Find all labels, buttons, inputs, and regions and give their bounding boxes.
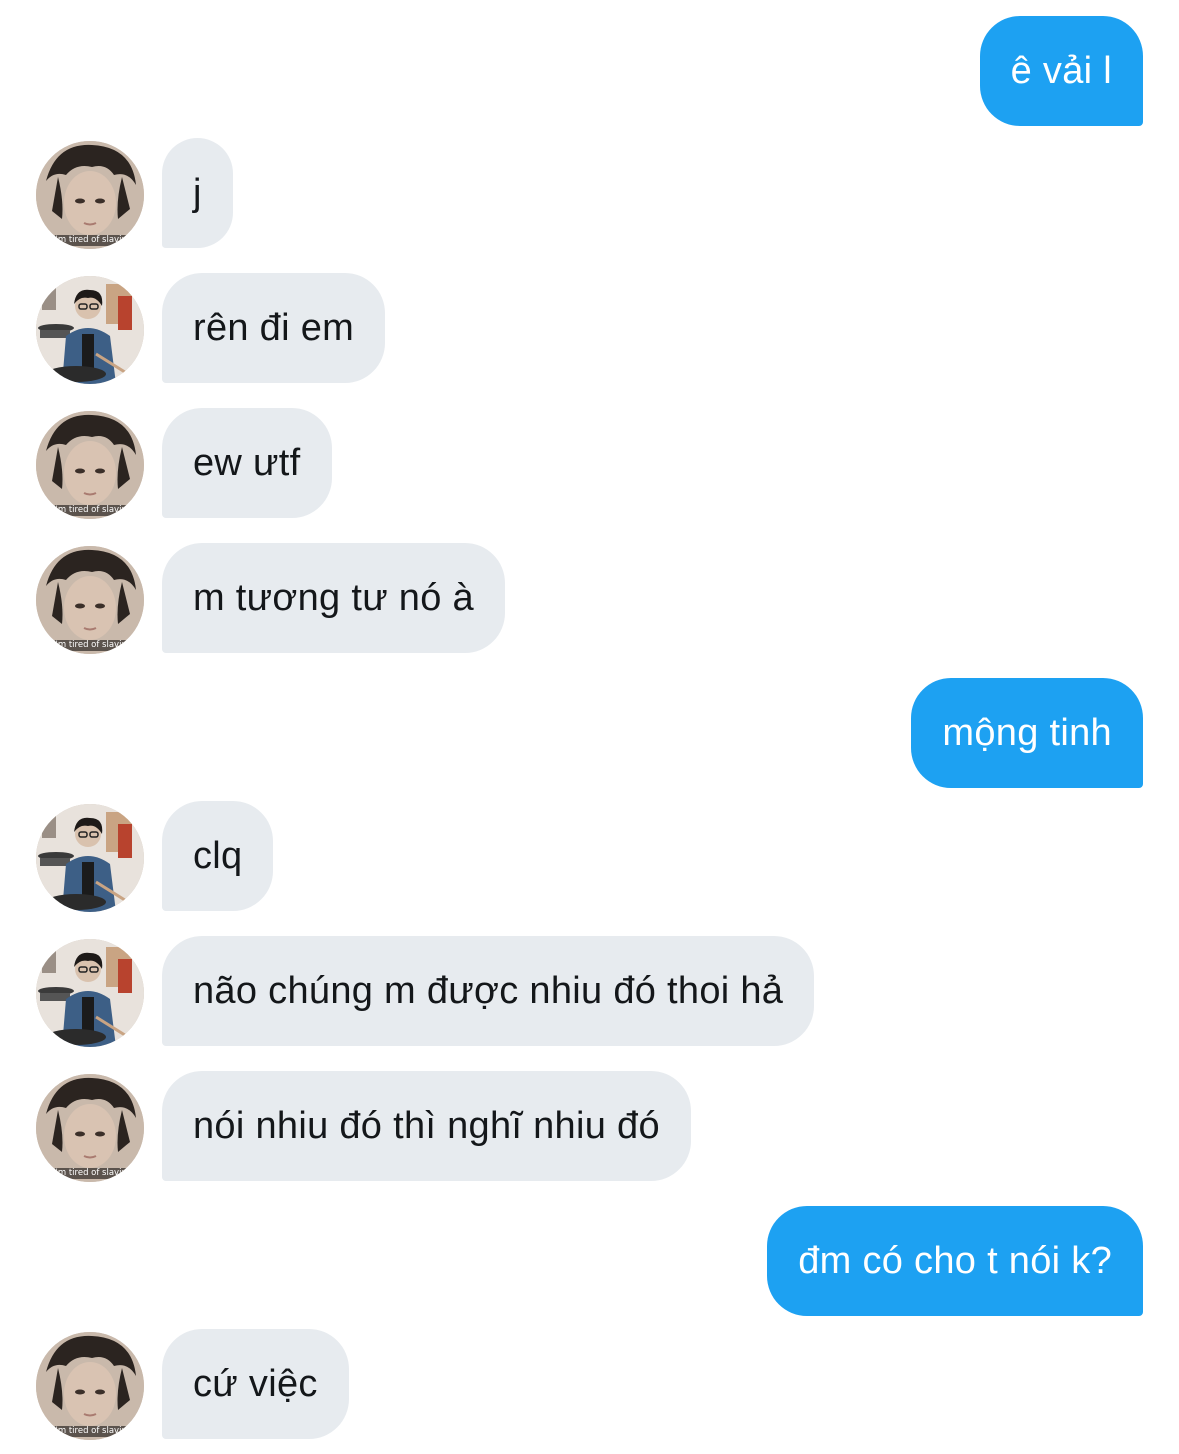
portrait-photo-closeup-icon [36,546,144,654]
message-incoming: rên đi em [0,273,1179,384]
portrait-photo-closeup-icon [36,141,144,249]
avatar-caption: i'm tired of slavin [36,235,144,246]
sender-avatar[interactable] [36,804,144,912]
avatar-caption: i'm tired of slavin [36,1168,144,1179]
avatar-caption: i'm tired of slavin [36,1426,144,1437]
sender-avatar[interactable] [36,276,144,384]
message-incoming: não chúng m được nhiu đó thoi hả [0,936,1179,1047]
message-bubble-incoming[interactable]: ew ưtf [162,408,332,518]
message-incoming: i'm tired of slavin ew ưtf [0,408,1179,519]
message-incoming: i'm tired of slavin nói nhiu đó thì nghĩ… [0,1071,1179,1182]
message-bubble-incoming[interactable]: cứ việc [162,1329,349,1439]
message-bubble-incoming[interactable]: nói nhiu đó thì nghĩ nhiu đó [162,1071,691,1181]
sender-avatar[interactable] [36,939,144,1047]
message-bubble-incoming[interactable]: m tương tư nó à [162,543,505,653]
message-bubble-incoming[interactable]: não chúng m được nhiu đó thoi hả [162,936,815,1046]
portrait-photo-closeup-icon [36,1332,144,1440]
message-incoming: clq [0,801,1179,912]
sender-avatar[interactable]: i'm tired of slavin [36,411,144,519]
message-bubble-incoming[interactable]: clq [162,801,274,911]
message-incoming: i'm tired of slavin cứ việc [0,1329,1179,1440]
message-bubble-outgoing[interactable]: ê vải l [979,16,1143,126]
portrait-photo-drummer-icon [36,804,144,912]
message-bubble-incoming[interactable]: rên đi em [162,273,386,383]
conversation-thread: ê vải l i'm tired of slavin j rên đi em … [0,0,1179,1454]
sender-avatar[interactable]: i'm tired of slavin [36,141,144,249]
message-incoming: i'm tired of slavin j [0,138,1179,249]
portrait-photo-closeup-icon [36,411,144,519]
sender-avatar[interactable]: i'm tired of slavin [36,546,144,654]
avatar-caption: i'm tired of slavin [36,640,144,651]
portrait-photo-closeup-icon [36,1074,144,1182]
portrait-photo-drummer-icon [36,276,144,384]
message-bubble-incoming[interactable]: j [162,138,233,248]
message-outgoing: mộng tinh [0,678,1179,788]
message-bubble-outgoing[interactable]: đm có cho t nói k? [767,1206,1143,1316]
message-outgoing: đm có cho t nói k? [0,1206,1179,1316]
sender-avatar[interactable]: i'm tired of slavin [36,1074,144,1182]
avatar-caption: i'm tired of slavin [36,505,144,516]
message-outgoing: ê vải l [0,16,1179,126]
message-incoming: i'm tired of slavin m tương tư nó à [0,543,1179,654]
portrait-photo-drummer-icon [36,939,144,1047]
sender-avatar[interactable]: i'm tired of slavin [36,1332,144,1440]
message-bubble-outgoing[interactable]: mộng tinh [911,678,1143,788]
